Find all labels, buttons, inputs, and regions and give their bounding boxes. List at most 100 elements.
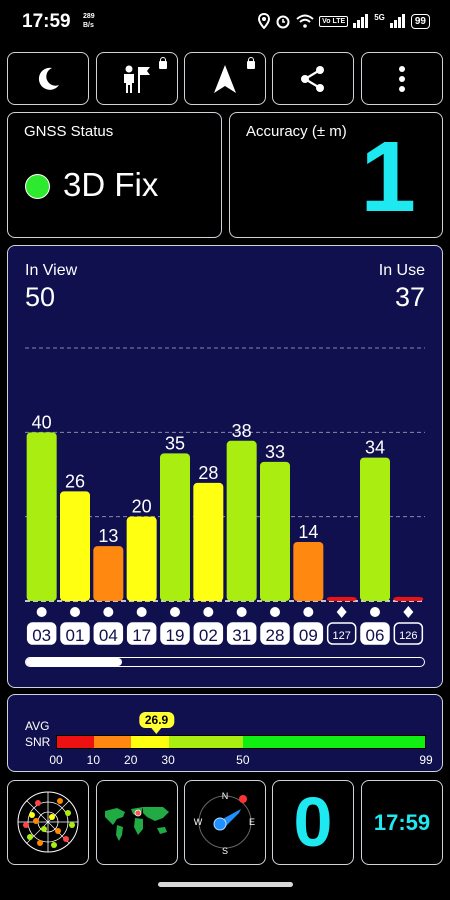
sky-satellite-dot-0 xyxy=(35,800,41,806)
constellation-marker-02 xyxy=(203,607,214,617)
constellation-marker-19 xyxy=(170,607,180,617)
sky-satellite-dot-13 xyxy=(33,818,39,824)
snr-tick-10: 10 xyxy=(86,753,101,767)
snr-value-label-02: 28 xyxy=(198,463,218,483)
snr-bar-06 xyxy=(360,457,390,601)
snr-tick-20: 20 xyxy=(124,753,138,767)
snr-bar-126 xyxy=(393,597,424,601)
compass-tile[interactable]: N S E W xyxy=(184,780,266,865)
more-options-button[interactable] xyxy=(361,52,443,105)
snr-segment-0 xyxy=(57,736,95,748)
prn-label-19: 19 xyxy=(166,626,185,645)
sky-satellite-dot-12 xyxy=(51,842,57,848)
sky-satellite-dot-10 xyxy=(69,822,75,828)
snr-bar-31 xyxy=(226,440,257,601)
compass-north-label: N xyxy=(222,791,229,801)
sky-satellite-dot-4 xyxy=(41,826,47,832)
snr-bar-17 xyxy=(126,516,157,601)
gnss-status-label: GNSS Status xyxy=(24,123,114,140)
prn-label-06: 06 xyxy=(366,626,385,645)
constellation-marker-04 xyxy=(103,607,114,617)
snr-label: SNR xyxy=(25,735,51,749)
snr-tick-30: 30 xyxy=(161,753,175,767)
sky-plot-tile[interactable] xyxy=(7,780,89,865)
sky-satellite-dot-1 xyxy=(57,798,63,804)
chart-scrollbar[interactable] xyxy=(25,657,425,667)
alarm-icon xyxy=(276,15,290,29)
sky-satellite-dot-3 xyxy=(29,812,35,818)
network-rate: 289 B/s xyxy=(83,12,95,30)
network-rate-unit: B/s xyxy=(83,22,94,29)
network-rate-value: 289 xyxy=(83,13,95,20)
prn-label-01: 01 xyxy=(66,626,85,645)
network-type: 5G xyxy=(374,12,385,22)
lock-icon-2 xyxy=(247,57,255,69)
prn-label-126: 126 xyxy=(399,630,417,642)
sky-satellite-dot-11 xyxy=(23,822,29,828)
constellation-marker-28 xyxy=(270,607,280,617)
snr-value-label-19: 35 xyxy=(165,433,185,453)
world-map-icon xyxy=(105,807,169,841)
share-button[interactable] xyxy=(272,52,354,105)
snr-bar-28 xyxy=(260,461,290,601)
fix-status-indicator xyxy=(25,174,50,199)
snr-bar-19 xyxy=(160,453,190,601)
constellation-marker-126 xyxy=(403,606,414,618)
night-mode-button[interactable] xyxy=(7,52,89,105)
gesture-nav-bar[interactable] xyxy=(158,882,293,887)
snr-bar-127 xyxy=(326,597,357,601)
snr-bar-02 xyxy=(193,482,224,601)
snr-value-label-01: 26 xyxy=(65,471,85,491)
constellation-marker-03 xyxy=(36,607,47,617)
sky-satellite-dot-9 xyxy=(37,840,43,846)
snr-tick-00: 00 xyxy=(49,753,63,767)
person-flag-button[interactable] xyxy=(96,52,178,105)
snr-value-label-31: 38 xyxy=(232,421,252,441)
snr-tick-99: 99 xyxy=(419,753,433,767)
navigation-button[interactable] xyxy=(184,52,266,105)
satellite-snr-chart: 40 03 26 01 13 04 20 17 35 19 28 02 38 31 33 28 14 09 127 3… xyxy=(25,347,425,645)
prn-label-03: 03 xyxy=(32,626,51,645)
snr-tick-50: 50 xyxy=(236,753,250,767)
snr-bar-03 xyxy=(26,432,57,601)
avg-label: AVG xyxy=(25,719,50,733)
compass-south-label: S xyxy=(222,846,228,856)
location-icon xyxy=(258,13,271,29)
snr-scale-bar xyxy=(56,735,426,749)
prn-label-09: 09 xyxy=(299,626,318,645)
snr-value-label-04: 13 xyxy=(98,526,118,546)
constellation-marker-31 xyxy=(236,607,247,617)
satellite-signal-panel[interactable]: In View 50 In Use 37 40 03 26 01 13 04 20 17 35 1… xyxy=(7,245,443,688)
sky-plot-icon xyxy=(17,791,79,853)
prn-label-04: 04 xyxy=(99,626,118,645)
snr-value-label-09: 14 xyxy=(298,522,318,542)
sky-satellite-dot-7 xyxy=(27,834,33,840)
snr-segment-2 xyxy=(131,736,169,748)
accuracy-value: 1 xyxy=(360,121,416,233)
prn-label-28: 28 xyxy=(266,626,285,645)
snr-segment-4 xyxy=(242,736,425,748)
sky-satellite-dot-2 xyxy=(65,810,71,816)
more-vertical-icon xyxy=(399,65,405,92)
avg-snr-panel[interactable]: AVG SNR 26.9 00 10 20 30 50 99 xyxy=(7,694,443,772)
sky-satellite-dot-5 xyxy=(55,828,61,834)
avg-snr-marker: 26.9 xyxy=(138,712,175,734)
lock-icon xyxy=(159,57,167,69)
chart-scrollbar-thumb[interactable] xyxy=(26,658,122,666)
gnss-status-panel[interactable]: GNSS Status 3D Fix xyxy=(7,112,222,238)
world-map-tile[interactable] xyxy=(96,780,178,865)
prn-label-31: 31 xyxy=(232,626,251,645)
wifi-icon xyxy=(296,14,314,28)
accuracy-panel[interactable]: Accuracy (± m) 1 xyxy=(229,112,443,238)
constellation-marker-17 xyxy=(136,607,147,617)
snr-value-label-28: 33 xyxy=(265,442,285,462)
battery-level: 99 xyxy=(410,13,430,29)
constellation-marker-06 xyxy=(370,607,380,617)
constellation-marker-09 xyxy=(303,607,314,617)
clock-value: 17:59 xyxy=(373,810,431,835)
satellites-in-use-tile[interactable]: 0 xyxy=(272,780,354,865)
clock-tile[interactable]: 17:59 xyxy=(361,780,443,865)
compass-east-label: E xyxy=(249,817,255,827)
constellation-marker-127 xyxy=(336,606,347,618)
volte-badge: Vo LTE xyxy=(319,15,349,27)
